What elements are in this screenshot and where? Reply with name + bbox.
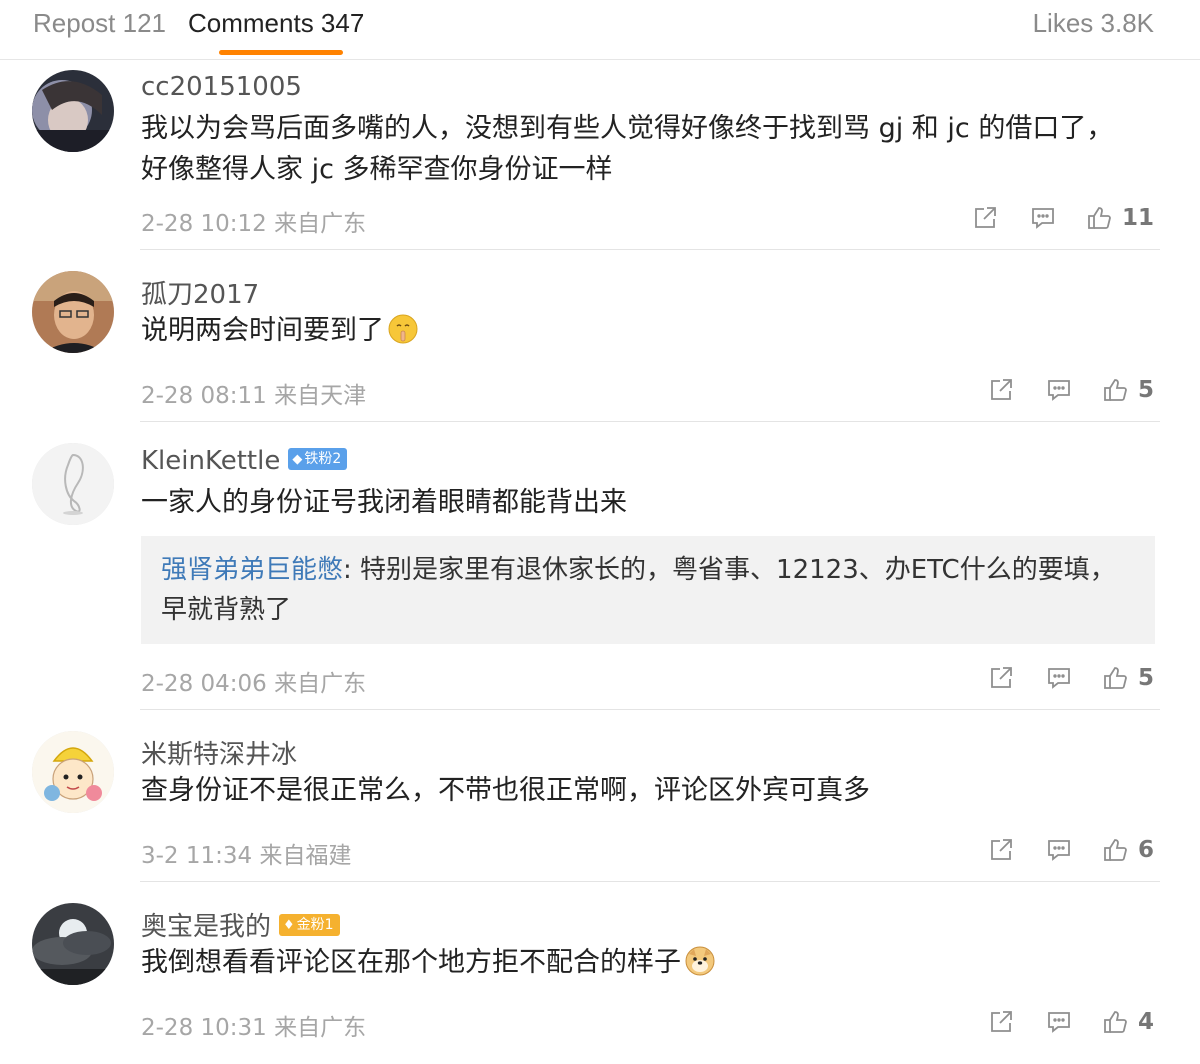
comment-icon[interactable] [1046, 837, 1072, 863]
thumbs-up-icon[interactable] [1102, 1009, 1128, 1035]
comment-text-content: 我倒想看看评论区在那个地方拒不配合的样子 [141, 947, 681, 978]
badge-label: 铁粉2 [304, 450, 342, 467]
avatar[interactable] [32, 731, 114, 813]
tab-comments[interactable]: Comments 347 [188, 8, 364, 39]
thumbs-up-icon[interactable] [1102, 377, 1128, 403]
like-count: 5 [1137, 377, 1154, 403]
tab-likes[interactable]: Likes 3.8K [1033, 8, 1154, 39]
comment-icon[interactable] [1046, 1009, 1072, 1035]
reply-author[interactable]: 强肾弟弟巨能憋 [161, 555, 343, 585]
comment-actions: 5 [988, 374, 1154, 406]
comment-actions: 6 [988, 834, 1154, 866]
doge-emoji-icon [685, 946, 715, 976]
like-count: 4 [1137, 1009, 1154, 1035]
reply-quote[interactable]: 强肾弟弟巨能憋: 特别是家里有退休家长的，粤省事、12123、办ETC什么的要填… [141, 536, 1155, 644]
comment-icon[interactable] [1046, 665, 1072, 691]
share-icon[interactable] [972, 205, 998, 231]
like-count: 6 [1137, 837, 1154, 863]
comment-icon[interactable] [1030, 205, 1056, 231]
username[interactable]: 孤刀2017 [141, 274, 259, 311]
avatar[interactable] [32, 271, 114, 353]
share-icon[interactable] [988, 1009, 1014, 1035]
avatar[interactable] [32, 903, 114, 985]
comment-text: 查身份证不是很正常么，不带也很正常啊，评论区外宾可真多 [141, 775, 870, 806]
comment-icon[interactable] [1046, 377, 1072, 403]
share-icon[interactable] [988, 837, 1014, 863]
comment-item: cc20151005 我以为会骂后面多嘴的人，没想到有些人觉得好像终于找到骂 g… [0, 60, 1200, 250]
thumbs-up-icon[interactable] [1102, 665, 1128, 691]
comment-meta: 2-28 10:31 来自广东 [141, 1015, 367, 1041]
username-text[interactable]: 奥宝是我的 [141, 912, 271, 942]
avatar[interactable] [32, 443, 114, 525]
username[interactable]: 米斯特深井冰 [141, 734, 297, 771]
thumbs-up-icon[interactable] [1086, 205, 1112, 231]
fan-badge: ◆ 铁粉2 [288, 447, 348, 470]
comment-meta: 2-28 04:06 来自广东 [141, 671, 367, 697]
tab-repost[interactable]: Repost 121 [33, 8, 166, 39]
comment-meta: 2-28 08:11 来自天津 [141, 383, 367, 409]
comment-item: 孤刀2017 说明两会时间要到了 2-28 08:11 来自天津 5 [0, 250, 1200, 422]
like-count: 5 [1137, 665, 1154, 691]
comment-text-content: 说明两会时间要到了 [141, 315, 384, 346]
username[interactable]: cc20151005 [141, 72, 302, 102]
comment-meta: 2-28 10:12 来自广东 [141, 211, 367, 237]
reply-separator: : [343, 555, 361, 585]
active-tab-indicator [219, 50, 343, 55]
share-icon[interactable] [988, 377, 1014, 403]
shush-emoji-icon [388, 314, 418, 344]
username-text[interactable]: KleinKettle [141, 446, 280, 476]
comment-actions: 11 [972, 202, 1154, 234]
comment-text: 我倒想看看评论区在那个地方拒不配合的样子 [141, 942, 1131, 983]
fan-badge: ♦ 金粉1 [279, 913, 340, 936]
tab-bar: Repost 121 Comments 347 Likes 3.8K [0, 0, 1200, 60]
comment-item: 米斯特深井冰 查身份证不是很正常么，不带也很正常啊，评论区外宾可真多 3-2 1… [0, 710, 1200, 882]
username: KleinKettle ◆ 铁粉2 [141, 446, 348, 476]
comment-actions: 4 [988, 1006, 1154, 1038]
comment-actions: 5 [988, 662, 1154, 694]
comment-meta: 3-2 11:34 来自福建 [141, 843, 352, 869]
comment-text: 我以为会骂后面多嘴的人，没想到有些人觉得好像终于找到骂 gj 和 jc 的借口了… [141, 113, 1114, 185]
share-icon[interactable] [988, 665, 1014, 691]
username: 奥宝是我的 ♦ 金粉1 [141, 906, 340, 943]
comment-text: 一家人的身份证号我闭着眼睛都能背出来 [141, 487, 627, 518]
badge-label: 金粉1 [296, 916, 334, 933]
comment-item: KleinKettle ◆ 铁粉2 一家人的身份证号我闭着眼睛都能背出来 强肾弟弟巨… [0, 422, 1200, 710]
thumbs-up-icon[interactable] [1102, 837, 1128, 863]
comment-page: Repost 121 Comments 347 Likes 3.8K cc201… [0, 0, 1200, 1064]
diamond-icon: ◆ [292, 451, 303, 467]
crown-icon: ♦ [283, 917, 295, 933]
comment-item: 奥宝是我的 ♦ 金粉1 我倒想看看评论区在那个地方拒不配合的样子 2-28 10:3… [0, 882, 1200, 1064]
like-count: 11 [1121, 205, 1154, 231]
comment-text: 说明两会时间要到了 [141, 310, 1131, 351]
avatar[interactable] [32, 70, 114, 152]
